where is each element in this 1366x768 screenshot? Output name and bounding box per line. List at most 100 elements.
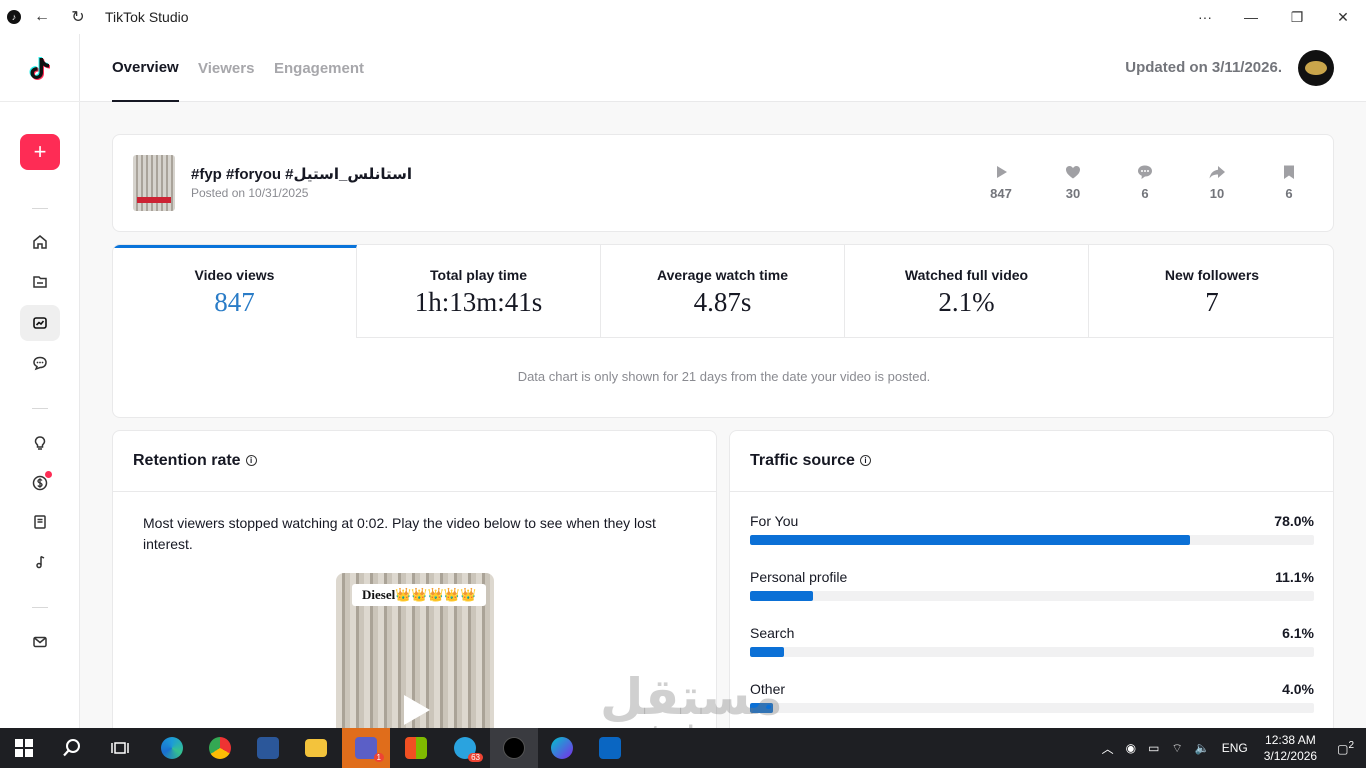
comment-icon	[1138, 165, 1152, 179]
wifi-icon[interactable]: ⌔	[1171, 741, 1182, 756]
video-thumbnail[interactable]	[133, 155, 175, 211]
bookmark-icon	[1284, 165, 1294, 179]
system-tray: ︿ ◉ ▭ ⌔ 🔈 ENG 12:38 AM 3/12/2026 ▢2	[1096, 728, 1366, 768]
metric-total-play-time[interactable]: Total play time 1h:13m:41s	[357, 245, 601, 338]
create-button[interactable]: +	[20, 134, 60, 170]
source-bar-track	[750, 703, 1314, 713]
taskbar-file-explorer[interactable]	[292, 728, 340, 768]
edge-icon	[161, 737, 183, 759]
window-title: TikTok Studio	[105, 9, 189, 25]
linkedin-icon	[599, 737, 621, 759]
more-options-button[interactable]: ···	[1182, 0, 1228, 34]
metric-value: 847	[214, 287, 255, 317]
sidebar-item-posts[interactable]	[20, 264, 60, 300]
avatar[interactable]	[1298, 50, 1334, 86]
windows-icon	[15, 739, 33, 757]
taskbar-edge[interactable]	[148, 728, 196, 768]
feedback-icon	[33, 636, 47, 648]
close-button[interactable]: ✕	[1320, 0, 1366, 34]
metric-new-followers[interactable]: New followers 7	[1089, 245, 1333, 338]
tab-engagement[interactable]: Engagement	[274, 34, 364, 102]
start-button[interactable]	[0, 728, 48, 768]
sidebar-item-inspiration[interactable]	[20, 425, 60, 461]
sidebar-item-home[interactable]	[20, 224, 60, 260]
saves-stat: 6	[1269, 163, 1309, 201]
taskbar-telegram[interactable]: 63	[441, 728, 489, 768]
source-bar-fill	[750, 647, 785, 657]
telegram-badge: 63	[468, 753, 483, 762]
language-indicator[interactable]: ENG	[1222, 741, 1248, 755]
taskbar-chrome[interactable]	[196, 728, 244, 768]
taskbar-store[interactable]	[392, 728, 440, 768]
battery-icon[interactable]: ▭	[1148, 741, 1159, 755]
comments-icon	[33, 356, 47, 371]
play-icon	[997, 166, 1007, 178]
metric-watched-full-video[interactable]: Watched full video 2.1%	[845, 245, 1089, 338]
source-name: Personal profile	[750, 569, 848, 585]
sidebar-item-sounds[interactable]	[20, 544, 60, 580]
retention-title-text: Retention rate	[133, 452, 241, 469]
search-button[interactable]	[48, 728, 96, 768]
sidebar-item-comments[interactable]	[20, 345, 60, 381]
taskbar-tiktok[interactable]	[490, 728, 538, 768]
views-stat: 847	[981, 163, 1021, 201]
chart-availability-note: Data chart is only shown for 21 days fro…	[517, 369, 931, 384]
volume-icon[interactable]: 🔈	[1195, 741, 1210, 755]
metric-value: 4.87s	[693, 287, 752, 317]
camera-icon[interactable]: ◉	[1126, 741, 1136, 755]
taskbar: 1 63 ︿ ◉ ▭ ⌔ 🔈 ENG 12:38 AM 3/12/2026 ▢2	[0, 728, 1366, 768]
play-icon[interactable]	[404, 695, 430, 725]
metric-value: 2.1%	[938, 287, 995, 317]
video-summary-card: #fyp #foryou #استانلس_استيل Posted on 10…	[112, 134, 1334, 232]
metric-video-views[interactable]: Video views 847	[113, 245, 357, 338]
sounds-icon	[36, 555, 45, 569]
sidebar-item-feedback[interactable]	[20, 624, 60, 660]
source-bar-track	[750, 535, 1314, 545]
task-view-icon	[111, 742, 129, 754]
metric-value: 1h:13m:41s	[414, 287, 543, 317]
notifications-button[interactable]: ▢2	[1337, 740, 1354, 756]
info-icon[interactable]: i	[245, 455, 257, 466]
card-header: Retention rate i	[113, 431, 716, 492]
taskbar-linkedin[interactable]	[586, 728, 634, 768]
source-percent: 78.0%	[1274, 513, 1314, 529]
task-view-button[interactable]	[96, 728, 144, 768]
reload-button[interactable]: ↻	[63, 7, 93, 27]
back-button[interactable]: ←	[27, 8, 57, 26]
share-icon	[1209, 166, 1225, 179]
tab-overview[interactable]: Overview	[112, 34, 179, 102]
info-icon[interactable]: i	[859, 455, 871, 466]
minimize-button[interactable]: —	[1228, 0, 1274, 34]
sidebar-divider	[32, 208, 48, 209]
tab-viewers[interactable]: Viewers	[198, 34, 254, 102]
chevron-up-icon[interactable]: ︿	[1102, 740, 1114, 757]
comments-stat: 6	[1125, 163, 1165, 201]
taskbar-teams[interactable]: 1	[342, 728, 390, 768]
notification-count: 2	[1348, 740, 1354, 751]
video-caption: Diesel👑👑👑👑👑	[352, 584, 487, 606]
source-name: Other	[750, 681, 786, 697]
sidebar-item-analytics[interactable]	[20, 305, 60, 341]
views-count: 847	[990, 186, 1012, 201]
chrome-icon	[209, 737, 231, 759]
tiktok-logo-icon[interactable]	[26, 54, 54, 82]
sidebar-item-academy[interactable]	[20, 504, 60, 540]
clock[interactable]: 12:38 AM 3/12/2026	[1264, 732, 1317, 764]
sidebar: +	[0, 34, 80, 728]
maximize-button[interactable]: ❐	[1274, 0, 1320, 34]
comments-count: 6	[1141, 186, 1149, 201]
source-bar-fill	[750, 535, 1190, 545]
canva-icon	[551, 737, 573, 759]
sidebar-item-monetization[interactable]	[20, 465, 60, 501]
source-bar-fill	[750, 591, 813, 601]
taskbar-canva[interactable]	[538, 728, 586, 768]
folder-icon	[305, 739, 327, 757]
taskbar-word[interactable]	[244, 728, 292, 768]
updated-date: Updated on 3/11/2026.	[1125, 59, 1282, 76]
metric-value: 7	[1205, 287, 1219, 317]
likes-count: 30	[1065, 186, 1081, 201]
retention-video-player[interactable]: Diesel👑👑👑👑👑	[336, 573, 494, 739]
tiktok-app-icon: ♪	[7, 10, 21, 24]
metric-label: New followers	[1164, 267, 1260, 283]
metric-average-watch-time[interactable]: Average watch time 4.87s	[601, 245, 845, 338]
